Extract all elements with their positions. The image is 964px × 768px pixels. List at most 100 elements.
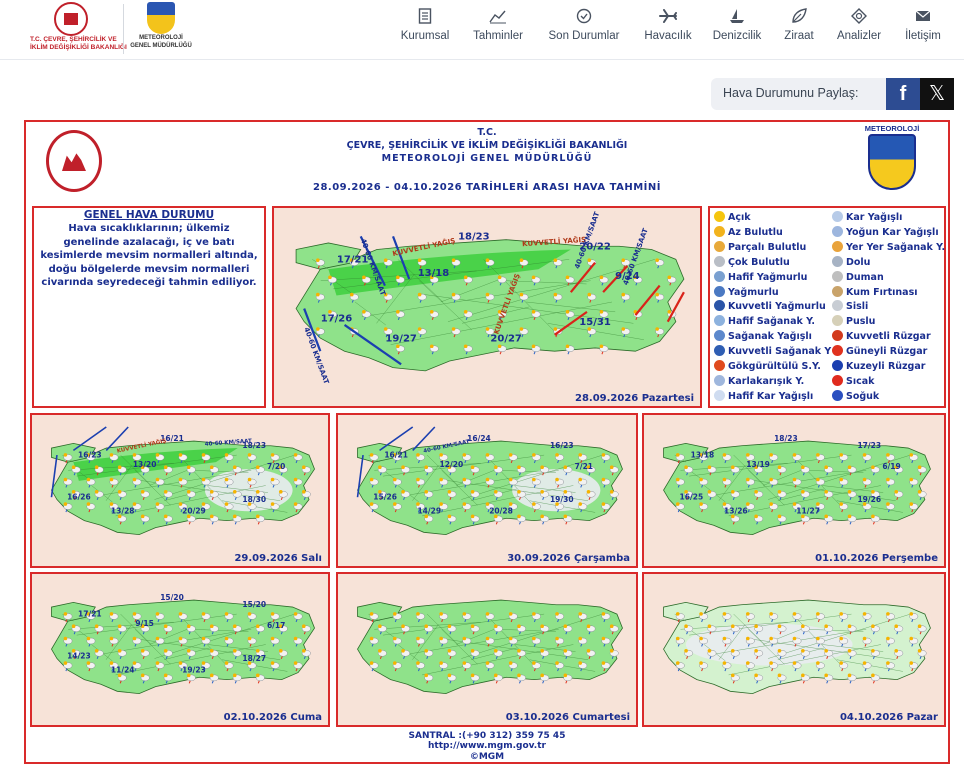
- weather-symbol-icon: [832, 211, 843, 222]
- turkey-map: 18/23 17/23 13/18 13/19 6/19 16/25 19/26 13/26 1…: [644, 415, 944, 566]
- temperature-label: 9/15: [135, 619, 153, 628]
- temperature-label: 16/25: [680, 493, 704, 502]
- temperature-label: 16/23: [550, 441, 574, 450]
- legend-label: Hafif Sağanak Y.: [728, 316, 816, 328]
- legend-item: Kuvvetli Sağanak Y: [714, 345, 831, 359]
- temperature-label: 6/19: [882, 462, 900, 471]
- temperature-label: 11/27: [796, 507, 820, 516]
- weather-symbol-icon: [714, 285, 725, 297]
- ministry-logo[interactable]: T.C. ÇEVRE, ŞEHİRCİLİK VE İKLİM DEĞİŞİKL…: [30, 2, 127, 58]
- nav-iletisim[interactable]: İletişim: [900, 0, 946, 60]
- nav-denizcilik[interactable]: Denizcilik: [710, 0, 764, 60]
- weather-symbol-icon: [832, 225, 843, 237]
- temperature-label: 18/23: [774, 434, 798, 443]
- bulletin-title-line2: ÇEVRE, ŞEHİRCİLİK VE İKLİM DEĞİŞİKLİĞİ B…: [346, 140, 628, 151]
- legend-item: Hafif Sağanak Y.: [714, 315, 815, 329]
- nav-son-durumlar[interactable]: Son Durumlar: [545, 0, 623, 60]
- temperature-label: 12/20: [440, 460, 464, 469]
- temperature-label: 13/28: [111, 507, 135, 516]
- forecast-map-day-4[interactable]: 18/23 17/23 13/18 13/19 6/19 16/25 19/26 13/26 1…: [642, 413, 946, 568]
- legend-item: Yoğun Kar Yağışlı: [832, 225, 939, 240]
- mgm-logo-line1: METEOROLOJİ: [139, 35, 183, 41]
- weather-symbol-icon: [832, 285, 843, 297]
- temperature-label: 20/28: [489, 507, 513, 516]
- document-icon: [415, 6, 435, 26]
- ministry-logo-line2: İKLİM DEĞİŞİKLİĞİ BAKANLIĞI: [30, 44, 127, 51]
- map-date: 28.09.2026 Pazartesi: [575, 393, 694, 404]
- legend-label: Sağanak Yağışlı: [728, 331, 812, 343]
- temperature-label: 14/29: [417, 507, 441, 516]
- temperature-label: 15/20: [242, 600, 266, 609]
- facebook-share-button[interactable]: f: [886, 78, 920, 110]
- forecast-map-day-2[interactable]: 16/21 18/23 16/23 13/20 7/20 16/26 18/30 13/28 2…: [30, 413, 330, 568]
- weather-symbol-icon: [832, 330, 843, 342]
- legend-item: Sisli: [832, 300, 868, 314]
- legend-item: Soğuk: [832, 389, 879, 404]
- nav-tahminler[interactable]: Tahminler: [470, 0, 526, 60]
- legend-item: Sağanak Yağışlı: [714, 330, 812, 344]
- legend-label: Yer Yer Sağanak Y.: [846, 241, 946, 253]
- footer-url: http://www.mgm.gov.tr: [428, 741, 546, 751]
- legend-label: Kuvvetli Rüzgar: [846, 331, 931, 343]
- legend-label: Puslu: [846, 316, 876, 328]
- forecast-map-day-5[interactable]: 15/20 15/20 17/21 9/15 6/17 14/23 18/27 11/24 19…: [30, 572, 330, 727]
- temperature-label: 11/24: [111, 666, 135, 675]
- weather-symbol-icon: [714, 360, 725, 371]
- weather-symbol-icon: [714, 315, 725, 327]
- nav-analizler[interactable]: Analizler: [834, 0, 884, 60]
- legend-item: Gökgürültülü S.Y.: [714, 360, 821, 374]
- temperature-label: 18/23: [458, 232, 490, 243]
- legend-label: Duman: [846, 271, 884, 283]
- legend-label: Gökgürültülü S.Y.: [728, 361, 821, 372]
- forecast-map-day-3[interactable]: 16/24 16/23 16/21 12/20 7/21 15/26 19/30 14/29 2…: [336, 413, 638, 568]
- turkey-map: 18/2320/2217/2113/18 9/2417/26 15/3119/27 2…: [274, 208, 700, 406]
- temperature-label: 13/26: [724, 507, 748, 516]
- x-share-button[interactable]: 𝕏: [920, 78, 954, 110]
- weather-symbol-icon: [832, 374, 843, 386]
- legend-label: Hafif Yağmurlu: [728, 271, 808, 283]
- legend-item: Duman: [832, 270, 884, 285]
- temperature-label: 13/18: [691, 450, 715, 459]
- weather-symbol-icon: [714, 389, 725, 401]
- temperature-label: 20/27: [490, 333, 522, 344]
- forecast-map-day-6[interactable]: 03.10.2026 Cumartesi: [336, 572, 638, 727]
- weather-symbol-icon: [832, 315, 843, 327]
- nav-label: İletişim: [905, 30, 941, 42]
- mgm-logo-line2: GENEL MÜDÜRLÜĞÜ: [130, 43, 192, 49]
- nav-label: Denizcilik: [712, 30, 762, 42]
- legend-label: Güneyli Rüzgar: [846, 346, 928, 358]
- legend-label: Kuzeyli Rüzgar: [846, 361, 926, 372]
- legend-label: Parçalı Bulutlu: [728, 241, 807, 253]
- map-date: 29.09.2026 Salı: [234, 553, 322, 564]
- forecast-map-day-7[interactable]: 04.10.2026 Pazar: [642, 572, 946, 727]
- nav-kurumsal[interactable]: Kurumsal: [399, 0, 451, 60]
- temperature-label: 16/21: [384, 450, 408, 459]
- legend-item: Hafif Kar Yağışlı: [714, 389, 814, 404]
- weather-symbol-icon: [832, 270, 843, 282]
- temperature-label: 17/21: [78, 609, 102, 618]
- temperature-label: 17/26: [321, 314, 353, 325]
- temperature-label: 7/21: [575, 462, 593, 471]
- forecast-map-day-1[interactable]: 18/23 20/22 17/21 13/18 9/24 17/26 15/31 19/27 2…: [272, 206, 702, 408]
- weather-symbol-icon: [832, 255, 843, 267]
- weather-symbol-icon: [832, 240, 843, 252]
- temperature-label: 17/23: [857, 441, 881, 450]
- legend-label: Kuvvetli Sağanak Y: [728, 346, 832, 358]
- legend-label: Kum Fırtınası: [846, 286, 918, 298]
- weather-symbol-icon: [832, 389, 843, 401]
- legend-item: Kuzeyli Rüzgar: [832, 360, 925, 374]
- legend-label: Çok Bulutlu: [728, 256, 790, 268]
- turkey-map: [644, 574, 944, 725]
- legend-item: Puslu: [832, 315, 875, 329]
- bulletin-title-line3: METEOROLOJİ GENEL MÜDÜRLÜĞÜ: [381, 153, 593, 164]
- legend-item: Çok Bulutlu: [714, 255, 790, 270]
- nav-havacilik[interactable]: Havacılık: [642, 0, 694, 60]
- legend-label: Hafif Kar Yağışlı: [728, 390, 814, 402]
- bulletin-title-line1: T.C.: [477, 127, 497, 138]
- nav-ziraat[interactable]: Ziraat: [780, 0, 818, 60]
- nav-label: Kurumsal: [400, 30, 450, 42]
- temperature-label: 18/27: [242, 654, 266, 663]
- mgm-logo[interactable]: METEOROLOJİ GENEL MÜDÜRLÜĞÜ: [126, 2, 196, 58]
- map-date: 01.10.2026 Perşembe: [815, 553, 938, 564]
- analysis-icon: [849, 6, 869, 26]
